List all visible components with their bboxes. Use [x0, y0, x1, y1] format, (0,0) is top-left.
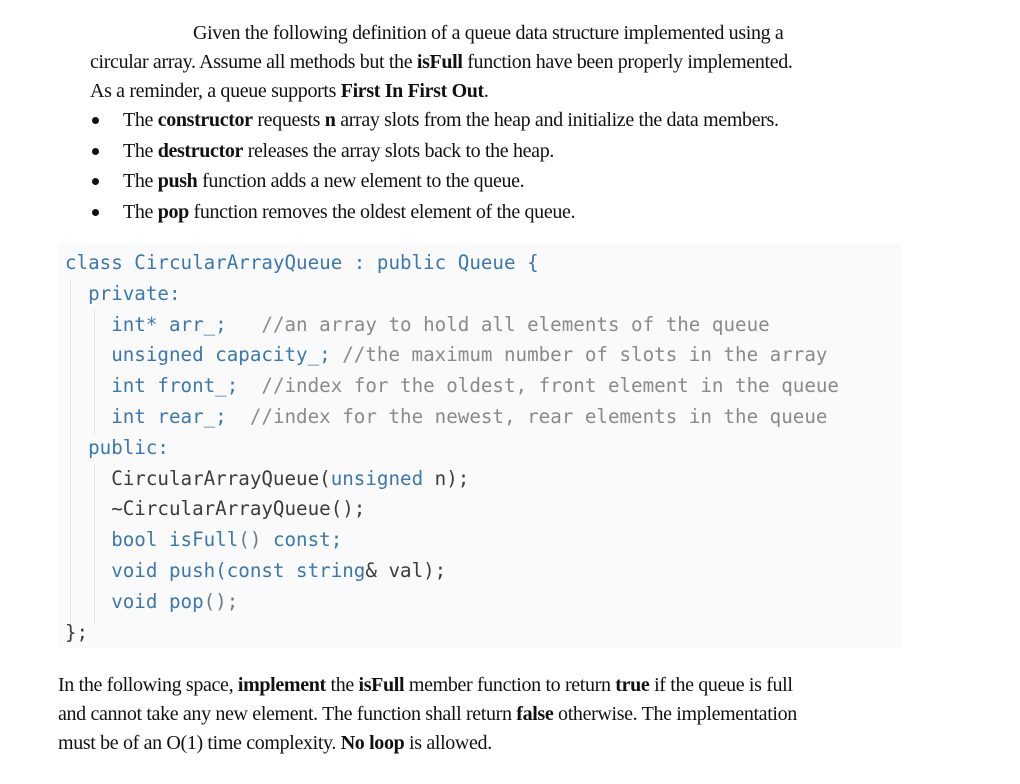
task-text: if the queue is full	[649, 674, 793, 696]
code-line: public:	[65, 433, 839, 464]
task-bold: false	[516, 703, 554, 725]
task-bold: No loop	[340, 732, 405, 754]
code-token: unsigned capacity_;	[65, 343, 343, 367]
bullet-bold: destructor	[157, 139, 244, 162]
bullet-item: The constructor requests n array slots f…	[90, 105, 779, 136]
bullet-item: The destructor releases the array slots …	[90, 136, 779, 167]
bullet-text: The	[123, 109, 158, 131]
code-line: void pop();	[65, 587, 839, 618]
code-token: ~CircularArrayQueue();	[65, 497, 366, 521]
code-comment: //index for the oldest, front element in…	[261, 374, 839, 398]
code-token: CircularArrayQueue(	[65, 466, 331, 490]
bullet-text: The	[123, 170, 158, 192]
bullet-text: function adds a new element to the queue…	[197, 170, 525, 192]
code-line: };	[65, 618, 839, 649]
code-block: class CircularArrayQueue : public Queue …	[58, 244, 901, 648]
code-line: int* arr_; //an array to hold all elemen…	[65, 310, 839, 341]
task-bold: true	[615, 674, 650, 696]
intro-bold-fifo: First In First Out	[340, 80, 484, 102]
code-token: int* arr_;	[65, 312, 262, 336]
bullet-bold: push	[157, 170, 198, 192]
task-line-2: and cannot take any new element. The fun…	[58, 700, 918, 729]
code-token: };	[65, 620, 89, 644]
task-text: is allowed.	[404, 732, 492, 754]
task-text: In the following space,	[58, 674, 238, 696]
task-text: and cannot take any new element. The fun…	[58, 703, 517, 725]
code-line: bool isFull() const;	[65, 525, 839, 556]
code-token: int rear_;	[65, 404, 250, 428]
code-line: unsigned capacity_; //the maximum number…	[65, 340, 839, 371]
code-token: public:	[65, 435, 169, 459]
code-comment: //the maximum number of slots in the arr…	[342, 343, 828, 367]
task-text: member function to return	[404, 674, 616, 696]
intro-text: .	[483, 80, 489, 102]
code-token: ()	[238, 528, 262, 552]
code-token: & val);	[365, 558, 447, 582]
code-token: const;	[261, 528, 343, 552]
code-comment: //index for the newest, rear elements in…	[249, 404, 828, 428]
code-line: CircularArrayQueue(unsigned n);	[65, 464, 839, 495]
code-token: n);	[423, 466, 470, 490]
bullet-bold: constructor	[157, 109, 253, 131]
task-text: otherwise. The implementation	[553, 703, 797, 725]
code-line: private:	[65, 279, 839, 310]
method-bullet-list: The constructor requests n array slots f…	[90, 105, 779, 227]
intro-bold-isfull: isFull	[416, 51, 463, 73]
intro-text: function have been properly implemented.	[462, 51, 793, 73]
bullet-item: The pop function removes the oldest elem…	[90, 197, 779, 228]
bullet-icon	[92, 117, 99, 124]
intro-paragraph: Given the following definition of a queu…	[90, 19, 910, 106]
code-token: int front_;	[65, 374, 262, 398]
code-line: int front_; //index for the oldest, fron…	[65, 371, 839, 402]
bullet-bold: pop	[157, 200, 190, 223]
code-token: void pop	[65, 589, 204, 613]
code-token: class CircularArrayQueue : public Queue …	[65, 251, 539, 274]
code-token: ();	[203, 589, 239, 613]
code-line: class CircularArrayQueue : public Queue …	[65, 248, 839, 279]
task-bold: implement	[237, 674, 326, 696]
code-line: ~CircularArrayQueue();	[65, 494, 839, 525]
code-token: void push(const string	[65, 558, 366, 582]
intro-line-2: circular array. Assume all methods but t…	[90, 48, 910, 77]
task-paragraph: In the following space, implement the is…	[58, 671, 918, 758]
bullet-text: function removes the oldest element of t…	[188, 200, 576, 223]
bullet-text: The	[123, 200, 158, 223]
bullet-icon	[92, 178, 99, 185]
intro-line-3: As a reminder, a queue supports First In…	[90, 77, 910, 106]
task-text: must be of an O(1) time complexity.	[58, 732, 341, 754]
bullet-bold: n	[324, 109, 336, 131]
code-token: bool isFull	[65, 528, 239, 552]
bullet-text: requests	[252, 109, 325, 131]
task-line-1: In the following space, implement the is…	[58, 671, 918, 700]
task-text: the	[325, 674, 359, 696]
code-token: unsigned	[330, 466, 424, 490]
bullet-icon	[92, 208, 99, 216]
task-bold: isFull	[358, 674, 405, 696]
task-line-3: must be of an O(1) time complexity. No l…	[58, 729, 918, 758]
bullet-text: The	[123, 139, 158, 162]
code-token: private:	[65, 281, 181, 305]
bullet-icon	[92, 147, 99, 155]
intro-text: circular array. Assume all methods but t…	[90, 51, 417, 73]
code-comment: //an array to hold all elements of the q…	[261, 312, 770, 336]
intro-line-1: Given the following definition of a queu…	[193, 22, 784, 44]
bullet-text: releases the array slots back to the hea…	[243, 139, 555, 162]
code-line: void push(const string& val);	[65, 556, 839, 587]
bullet-text: array slots from the heap and initialize…	[335, 109, 779, 131]
intro-text: As a reminder, a queue supports	[90, 80, 341, 102]
code-listing: class CircularArrayQueue : public Queue …	[65, 248, 839, 648]
bullet-item: The push function adds a new element to …	[90, 166, 779, 197]
code-line: int rear_; //index for the newest, rear …	[65, 402, 839, 433]
